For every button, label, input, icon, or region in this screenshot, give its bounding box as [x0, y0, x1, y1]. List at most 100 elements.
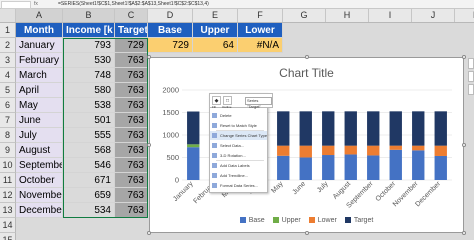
- row-header-4[interactable]: 4: [0, 68, 16, 83]
- cell-income[interactable]: 555: [63, 128, 115, 143]
- cell-target[interactable]: 763: [115, 53, 148, 68]
- bar-target[interactable]: [322, 111, 335, 146]
- menu-item[interactable]: Add Data Labels: [210, 161, 267, 170]
- cell-month[interactable]: October: [16, 173, 63, 188]
- menu-item[interactable]: 3-D Rotation...: [210, 151, 267, 160]
- header-target[interactable]: Target: [115, 23, 148, 38]
- row-header-12[interactable]: 12: [0, 188, 16, 203]
- fill-icon[interactable]: ◆: [212, 96, 221, 105]
- cell-income[interactable]: 501: [63, 113, 115, 128]
- select-all-button[interactable]: [0, 9, 16, 22]
- legend-item-upper[interactable]: Upper: [272, 217, 301, 224]
- resize-handle[interactable]: [304, 231, 309, 235]
- menu-item[interactable]: Delete: [210, 111, 267, 120]
- resize-handle[interactable]: [462, 231, 466, 235]
- bar-lower[interactable]: [277, 145, 290, 156]
- cell-income[interactable]: 748: [63, 68, 115, 83]
- row-header-1[interactable]: 1: [0, 23, 16, 38]
- cell-month[interactable]: September: [16, 158, 63, 173]
- resize-handle[interactable]: [147, 55, 151, 59]
- bar-lower[interactable]: [367, 145, 380, 156]
- bar-lower[interactable]: [322, 145, 335, 156]
- column-header-b[interactable]: B: [63, 9, 115, 22]
- cell-month[interactable]: December: [16, 203, 63, 218]
- cell-income[interactable]: 534: [63, 203, 115, 218]
- cell-income[interactable]: 546: [63, 158, 115, 173]
- row-header-14[interactable]: 14: [0, 218, 16, 233]
- menu-item[interactable]: Change Series Chart Type...: [210, 131, 267, 140]
- bar-base[interactable]: [322, 155, 335, 180]
- cell-target[interactable]: 763: [115, 188, 148, 203]
- header-income[interactable]: Income [k $]: [63, 23, 115, 38]
- bar-lower[interactable]: [344, 145, 357, 155]
- cell-target[interactable]: 763: [115, 173, 148, 188]
- row-header-9[interactable]: 9: [0, 143, 16, 158]
- column-header-g[interactable]: G: [283, 9, 326, 22]
- chart-legend[interactable]: Base Upper Lower Target: [150, 217, 463, 226]
- cell-target[interactable]: 763: [115, 158, 148, 173]
- outline-icon[interactable]: □: [223, 96, 232, 105]
- cell-lower-value[interactable]: #N/A: [238, 38, 283, 53]
- bar-target[interactable]: [412, 111, 425, 146]
- menu-item[interactable]: Reset to Match Style: [210, 121, 267, 130]
- cell-income[interactable]: 530: [63, 53, 115, 68]
- row-header-6[interactable]: 6: [0, 98, 16, 113]
- cell-target[interactable]: 763: [115, 83, 148, 98]
- row-header-5[interactable]: 5: [0, 83, 16, 98]
- bar-base[interactable]: [277, 155, 290, 180]
- bar-base[interactable]: [412, 150, 425, 180]
- cell-month[interactable]: November: [16, 188, 63, 203]
- column-header-i[interactable]: I: [369, 9, 412, 22]
- chart-elements-button[interactable]: [468, 58, 474, 69]
- name-box[interactable]: [1, 1, 31, 9]
- bar-base[interactable]: [187, 147, 200, 180]
- row-header-2[interactable]: 2: [0, 38, 16, 53]
- row-header-15[interactable]: 15: [0, 233, 16, 240]
- cell-income[interactable]: 568: [63, 143, 115, 158]
- cell-month[interactable]: August: [16, 143, 63, 158]
- cell-income[interactable]: 671: [63, 173, 115, 188]
- column-header-c[interactable]: C: [115, 9, 148, 22]
- bar-target[interactable]: [187, 111, 200, 145]
- cell-month[interactable]: July: [16, 128, 63, 143]
- bar-base[interactable]: [389, 149, 402, 180]
- resize-handle[interactable]: [147, 231, 151, 235]
- row-header-3[interactable]: 3: [0, 53, 16, 68]
- row-header-13[interactable]: 13: [0, 203, 16, 218]
- cell-month[interactable]: April: [16, 83, 63, 98]
- cell-target[interactable]: 763: [115, 143, 148, 158]
- cell-target[interactable]: 763: [115, 203, 148, 218]
- row-header-11[interactable]: 11: [0, 173, 16, 188]
- column-header-d[interactable]: D: [148, 9, 193, 22]
- series-dropdown[interactable]: Series "Target": [245, 97, 272, 109]
- cell-month[interactable]: February: [16, 53, 63, 68]
- cell-base-value[interactable]: 729: [148, 38, 193, 53]
- cell-income[interactable]: 580: [63, 83, 115, 98]
- column-header-j[interactable]: J: [412, 9, 455, 22]
- legend-item-base[interactable]: Base: [239, 217, 265, 224]
- column-header-h[interactable]: H: [326, 9, 369, 22]
- bar-base[interactable]: [344, 154, 357, 180]
- cell-month[interactable]: March: [16, 68, 63, 83]
- resize-handle[interactable]: [304, 55, 309, 59]
- header-base[interactable]: Base: [148, 23, 193, 38]
- column-header-f[interactable]: F: [238, 9, 283, 22]
- column-header-k[interactable]: K: [455, 9, 474, 22]
- bar-lower[interactable]: [299, 145, 312, 158]
- cell-target[interactable]: 763: [115, 113, 148, 128]
- header-month[interactable]: Month: [16, 23, 63, 38]
- legend-item-target[interactable]: Target: [344, 217, 373, 224]
- cell-target[interactable]: 763: [115, 128, 148, 143]
- cell-target[interactable]: 729: [115, 38, 148, 53]
- bar-base[interactable]: [434, 155, 447, 180]
- cell-month[interactable]: June: [16, 113, 63, 128]
- cell-month[interactable]: January: [16, 38, 63, 53]
- bar-target[interactable]: [367, 111, 380, 146]
- row-header-8[interactable]: 8: [0, 128, 16, 143]
- header-upper[interactable]: Upper: [193, 23, 238, 38]
- formula-text[interactable]: =SERIES(Sheet1!$C$1,Sheet1!$A$2:$A$13,Sh…: [58, 0, 209, 9]
- column-header-a[interactable]: A: [16, 9, 63, 22]
- bar-target[interactable]: [434, 111, 447, 146]
- column-header-e[interactable]: E: [193, 9, 238, 22]
- chart-styles-button[interactable]: [468, 71, 474, 82]
